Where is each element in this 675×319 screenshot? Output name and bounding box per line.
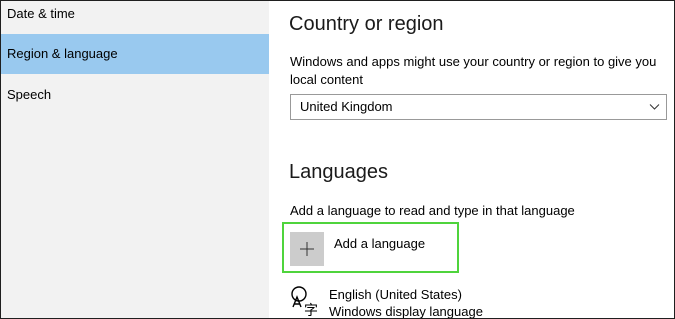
country-region-heading: Country or region [289, 13, 444, 35]
sidebar: Date & time Region & language Speech [1, 1, 269, 318]
svg-text:字: 字 [304, 303, 318, 317]
main-content: Country or region Windows and apps might… [269, 1, 674, 318]
country-region-selected-value: United Kingdom [300, 99, 393, 114]
country-region-dropdown[interactable]: United Kingdom [290, 94, 667, 120]
plus-icon [290, 232, 324, 266]
sidebar-item-date-time[interactable]: Date & time [1, 1, 269, 34]
languages-heading: Languages [289, 161, 388, 183]
country-region-description: Windows and apps might use your country … [290, 54, 657, 87]
language-item-subtitle: Windows display language [329, 304, 483, 319]
sidebar-item-speech[interactable]: Speech [1, 75, 269, 115]
language-item-name[interactable]: English (United States) [329, 286, 462, 303]
chevron-down-icon [649, 104, 660, 110]
add-language-button[interactable]: Add a language [282, 222, 459, 273]
languages-description: Add a language to read and type in that … [290, 203, 575, 218]
settings-window: Date & time Region & language Speech Cou… [0, 0, 675, 319]
language-icon: 字 [291, 286, 318, 317]
sidebar-item-region-language[interactable]: Region & language [1, 34, 269, 74]
add-language-label: Add a language [334, 236, 426, 251]
